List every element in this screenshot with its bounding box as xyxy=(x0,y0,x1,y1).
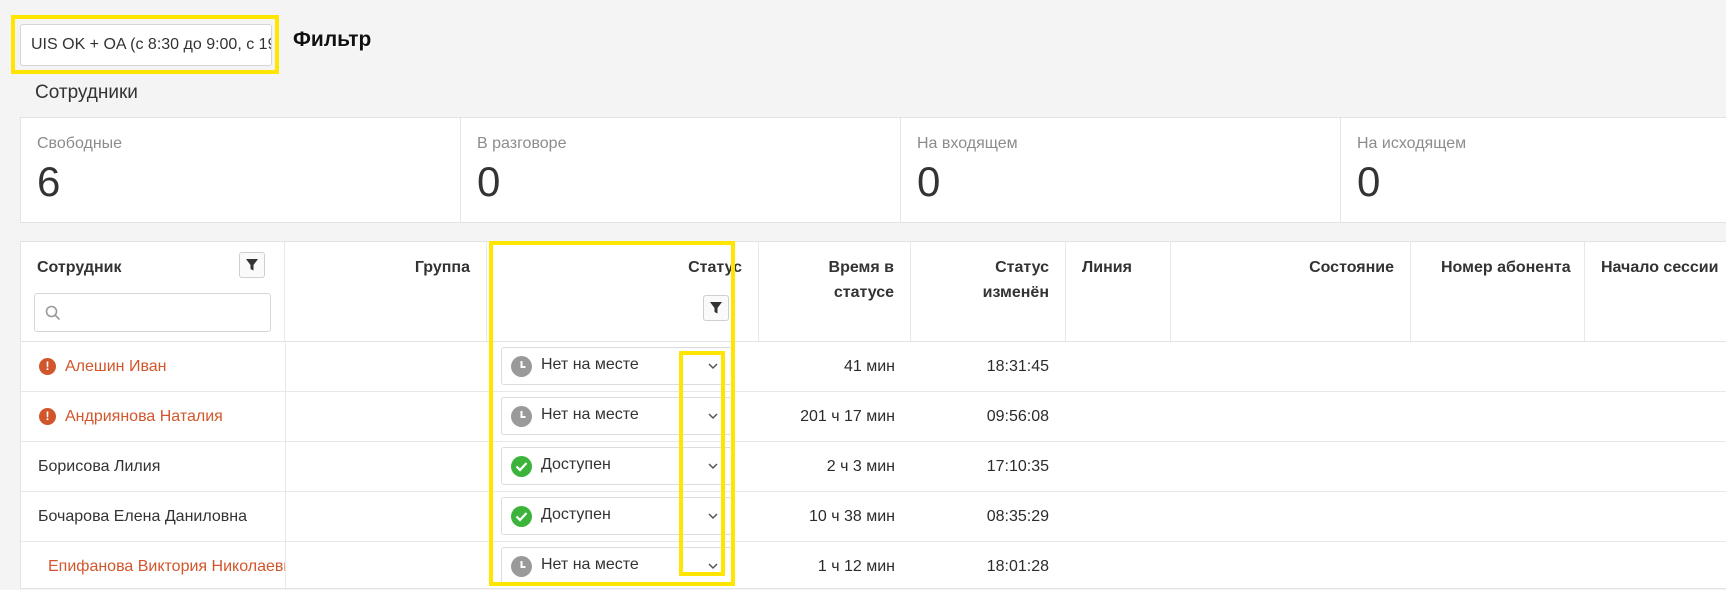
row-divider xyxy=(21,441,1726,442)
stat-value: 0 xyxy=(917,158,941,205)
employee-name-link[interactable]: Епифанова Виктория Николаевна xyxy=(48,557,285,577)
stat-talking: В разговоре 0 xyxy=(461,118,901,222)
section-title: Сотрудники xyxy=(35,82,138,103)
column-header-time-in-status[interactable]: Время в статусе xyxy=(759,242,911,341)
time-in-status: 1 ч 12 мин xyxy=(817,558,895,575)
row-divider xyxy=(21,491,1726,492)
row-divider xyxy=(21,541,1726,542)
filter-title: Фильтр xyxy=(293,28,372,51)
stat-outgoing: На исходящем 0 xyxy=(1341,118,1726,222)
column-label: Номер абонента xyxy=(1441,259,1571,276)
employee-name-link[interactable]: Андриянова Наталия xyxy=(65,407,223,427)
employee-name-link[interactable]: Алешин Иван xyxy=(65,357,167,377)
column-header-line[interactable]: Линия xyxy=(1066,242,1171,341)
row-divider xyxy=(21,391,1726,392)
search-icon xyxy=(45,305,61,321)
status-changed-time: 18:01:28 xyxy=(986,558,1049,575)
stat-value: 6 xyxy=(37,158,61,205)
status-changed-time: 18:31:45 xyxy=(986,358,1049,375)
employee-name-link[interactable]: Бочарова Елена Даниловна xyxy=(38,507,247,527)
column-label: Состояние xyxy=(1309,259,1394,276)
column-label: Линия xyxy=(1082,259,1132,276)
status-changed-time: 08:35:29 xyxy=(986,508,1049,525)
employee-search-input[interactable] xyxy=(34,293,271,332)
column-header-group[interactable]: Группа xyxy=(285,242,487,341)
status-changed-time: 09:56:08 xyxy=(986,408,1049,425)
stats-panel: Свободные 6 В разговоре 0 На входящем 0 … xyxy=(20,117,1726,223)
column-header-session-start[interactable]: Начало сессии xyxy=(1585,242,1726,341)
column-header-status-changed[interactable]: Статус изменён xyxy=(911,242,1066,341)
column-label: Время в статусе xyxy=(828,259,894,301)
stat-value: 0 xyxy=(1357,158,1381,205)
column-label: Статус изменён xyxy=(982,259,1049,301)
stat-value: 0 xyxy=(477,158,501,205)
stat-label: На исходящем xyxy=(1357,135,1467,152)
employees-table: Сотрудник Группа Статус Время в статусе … xyxy=(20,241,1726,590)
column-divider xyxy=(285,341,286,590)
time-in-status: 2 ч 3 мин xyxy=(826,458,895,475)
column-label: Группа xyxy=(414,259,470,276)
header-divider xyxy=(21,341,1726,342)
stat-incoming: На входящем 0 xyxy=(901,118,1341,222)
employee-name-link[interactable]: Борисова Лилия xyxy=(38,457,160,477)
alert-icon: ! xyxy=(39,358,56,375)
employee-filter-button[interactable] xyxy=(239,252,265,278)
stat-label: В разговоре xyxy=(477,135,567,152)
column-header-subscriber[interactable]: Номер абонента xyxy=(1411,242,1585,341)
status-changed-time: 17:10:35 xyxy=(986,458,1049,475)
column-header-state[interactable]: Состояние xyxy=(1171,242,1411,341)
column-label: Начало сессии xyxy=(1601,259,1719,276)
highlight-status-dropdowns xyxy=(679,351,725,576)
stat-label: На входящем xyxy=(917,135,1018,152)
stat-label: Свободные xyxy=(37,135,123,152)
time-in-status: 10 ч 38 мин xyxy=(808,508,895,525)
time-in-status: 41 мин xyxy=(843,358,895,375)
alert-icon: ! xyxy=(39,408,56,425)
filter-icon xyxy=(246,259,258,271)
time-in-status: 201 ч 17 мин xyxy=(800,408,895,425)
column-label: Сотрудник xyxy=(37,259,122,276)
highlight-filter-box xyxy=(11,15,279,74)
stat-free: Свободные 6 xyxy=(21,118,461,222)
